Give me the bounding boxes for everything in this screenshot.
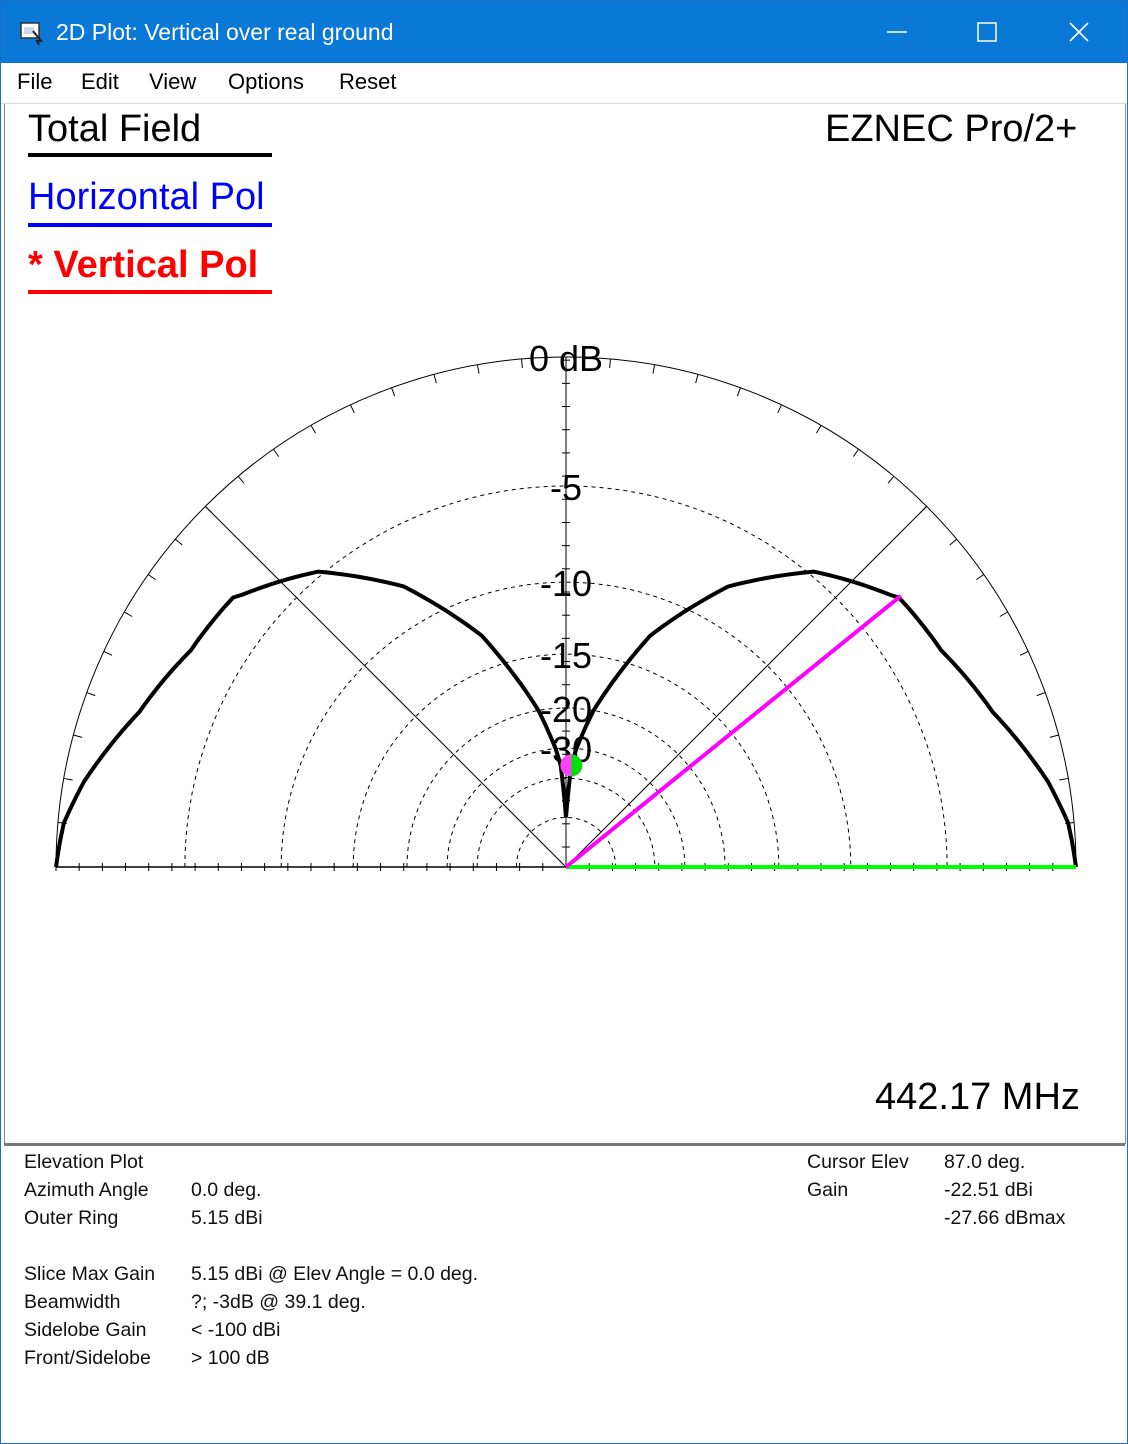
angle-tick (476, 364, 480, 374)
info-label: Gain (807, 1179, 849, 1201)
plot-area[interactable]: Total Field Horizontal Pol * Vertical Po… (4, 104, 1126, 1144)
angle-tick (521, 358, 523, 368)
window-title: 2D Plot: Vertical over real ground (56, 19, 394, 45)
angle-tick (1036, 692, 1046, 697)
info-label: Azimuth Angle (24, 1179, 149, 1201)
angle-tick (887, 475, 895, 484)
angle-tick (949, 538, 958, 546)
info-label: Sidelobe Gain (24, 1319, 147, 1341)
grid-line (565, 506, 927, 868)
angle-tick (147, 574, 156, 581)
angle-tick (310, 425, 316, 434)
info-value: ?; -3dB @ 39.1 deg. (191, 1291, 366, 1313)
info-value: 5.15 dBi @ Elev Angle = 0.0 deg. (191, 1263, 479, 1285)
angle-tick (999, 611, 1008, 617)
plot-window: 2D Plot: Vertical over real ground File … (0, 0, 1128, 1444)
angle-tick (174, 538, 183, 546)
angle-tick (736, 387, 741, 397)
angle-tick (433, 374, 437, 384)
angle-tick (919, 506, 927, 514)
angle-tick (816, 425, 822, 434)
menu-edit[interactable]: Edit (81, 69, 119, 95)
info-label: Cursor Elev (807, 1151, 909, 1173)
menu-options[interactable]: Options (228, 69, 304, 95)
angle-tick (976, 574, 985, 581)
minimize-icon (887, 31, 907, 33)
minimize-button[interactable] (851, 1, 943, 63)
close-icon (1069, 22, 1089, 42)
angle-tick (86, 692, 96, 697)
ring-label: 0 dB (529, 338, 603, 379)
ring-label: -10 (540, 563, 592, 604)
angle-tick (777, 404, 782, 414)
elevation-polar-chart[interactable]: 0 dB-5-10-15-20-30 (5, 104, 1125, 1144)
angle-tick (652, 364, 656, 374)
info-value: -22.51 dBi (944, 1179, 1033, 1201)
maximize-button[interactable] (941, 1, 1033, 63)
angle-tick (73, 734, 83, 738)
info-value: -27.66 dBmax (944, 1207, 1066, 1229)
info-label: Slice Max Gain (24, 1263, 156, 1285)
angle-tick (237, 475, 245, 484)
info-value: < -100 dBi (191, 1319, 281, 1341)
ring-label: -20 (540, 689, 592, 730)
angle-tick (695, 374, 699, 384)
info-value: 87.0 deg. (944, 1151, 1026, 1173)
info-value: > 100 dB (191, 1347, 270, 1369)
angle-tick (391, 387, 396, 397)
ring-label: -15 (540, 635, 592, 676)
angle-tick (852, 448, 859, 457)
angle-tick (205, 506, 213, 514)
title-bar[interactable]: 2D Plot: Vertical over real ground (1, 1, 1127, 63)
angle-tick (124, 611, 133, 617)
angle-tick (63, 777, 73, 781)
info-label: Elevation Plot (24, 1151, 144, 1173)
info-label: Front/Sidelobe (24, 1347, 151, 1369)
info-label: Beamwidth (24, 1291, 121, 1313)
info-label: Outer Ring (24, 1207, 119, 1229)
angle-tick (273, 448, 280, 457)
angle-tick (1049, 734, 1059, 738)
close-button[interactable] (1033, 1, 1125, 63)
menu-file[interactable]: File (17, 69, 52, 95)
angle-tick (103, 651, 113, 656)
angle-tick (350, 404, 355, 414)
angle-tick (1059, 777, 1069, 781)
menu-view[interactable]: View (149, 69, 196, 95)
info-value: 5.15 dBi (191, 1207, 263, 1229)
ring-label: -5 (550, 467, 582, 508)
menu-bar: File Edit View Options Reset (1, 63, 1127, 104)
info-value: 0.0 deg. (191, 1179, 262, 1201)
menu-reset[interactable]: Reset (339, 69, 396, 95)
maximize-icon (977, 22, 997, 42)
grid-line (205, 506, 567, 868)
angle-tick (1019, 651, 1029, 656)
panel-divider (4, 1143, 1125, 1146)
angle-tick (609, 358, 611, 368)
eznec-app-icon (20, 22, 44, 45)
